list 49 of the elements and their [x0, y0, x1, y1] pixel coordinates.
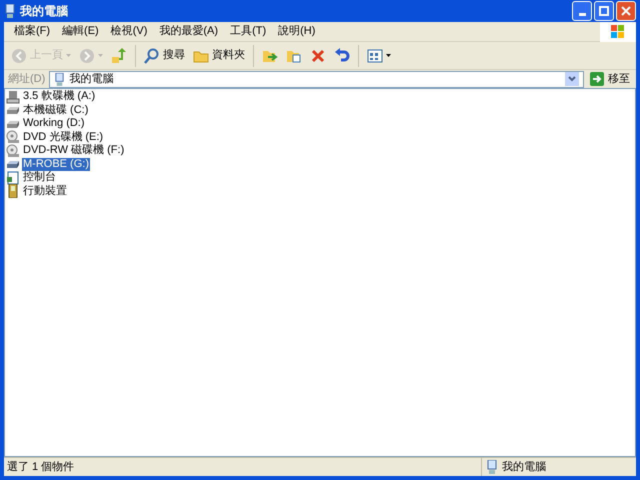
search-button[interactable]: 搜尋	[141, 44, 188, 68]
menu-item[interactable]: 檢視(V)	[104, 26, 154, 37]
menu-item[interactable]: 說明(H)	[272, 26, 322, 37]
undo-icon	[334, 48, 350, 64]
close-button[interactable]	[616, 1, 636, 21]
views-icon	[367, 48, 383, 64]
menu-item[interactable]: 工具(T)	[224, 26, 272, 37]
drive-item[interactable]: 控制台	[22, 171, 57, 184]
floppy-drive-icon	[6, 90, 20, 104]
drive-item[interactable]: Working (D:)	[22, 117, 86, 130]
delete-icon	[310, 48, 326, 64]
go-button[interactable]: 移至	[588, 72, 632, 86]
windows-flag-logo	[600, 22, 636, 42]
dropdown-icon[interactable]	[565, 72, 579, 86]
disc-drive-icon	[6, 130, 20, 144]
dropdown-arrow-icon	[386, 54, 391, 57]
minimize-button[interactable]	[572, 1, 592, 21]
address-field[interactable]: 我的電腦	[49, 70, 584, 88]
close-icon	[621, 6, 631, 16]
maximize-icon	[599, 6, 609, 16]
address-value: 我的電腦	[69, 74, 114, 84]
back-icon	[11, 48, 27, 64]
menu-item[interactable]: 檔案(F)	[8, 26, 56, 37]
folders-button[interactable]: 資料夾	[190, 44, 248, 68]
up-arrow-icon	[111, 48, 127, 64]
forward-icon	[79, 48, 95, 64]
status-location: 我的電腦	[502, 460, 546, 475]
arrow-icon	[590, 72, 604, 86]
disc-drive-icon	[6, 144, 20, 158]
menu-item[interactable]: 編輯(E)	[56, 26, 105, 37]
computer-icon	[54, 72, 66, 86]
device-icon	[6, 184, 20, 198]
drive-item[interactable]: 行動裝置	[22, 184, 68, 198]
maximize-button[interactable]	[594, 1, 614, 21]
drive-item[interactable]: 3.5 軟碟機 (A:)	[22, 90, 96, 104]
drive-item[interactable]: M-ROBE (G:)	[22, 158, 90, 171]
minimize-icon	[578, 13, 586, 16]
dropdown-arrow-icon	[98, 54, 103, 57]
search-icon	[144, 48, 160, 64]
menu-item[interactable]: 我的最愛(A)	[153, 26, 224, 37]
computer-icon	[486, 460, 498, 474]
drive-item[interactable]: DVD 光碟機 (E:)	[22, 130, 104, 144]
window-title: 我的電腦	[20, 3, 68, 20]
status-text: 選了 1 個物件	[6, 460, 76, 475]
computer-icon	[4, 4, 16, 18]
dropdown-arrow-icon	[66, 54, 71, 57]
address-label: 網址(D)	[8, 74, 46, 84]
drive-item[interactable]: 本機磁碟 (C:)	[22, 104, 90, 117]
drive-item[interactable]: DVD-RW 磁碟機 (F:)	[22, 144, 126, 158]
